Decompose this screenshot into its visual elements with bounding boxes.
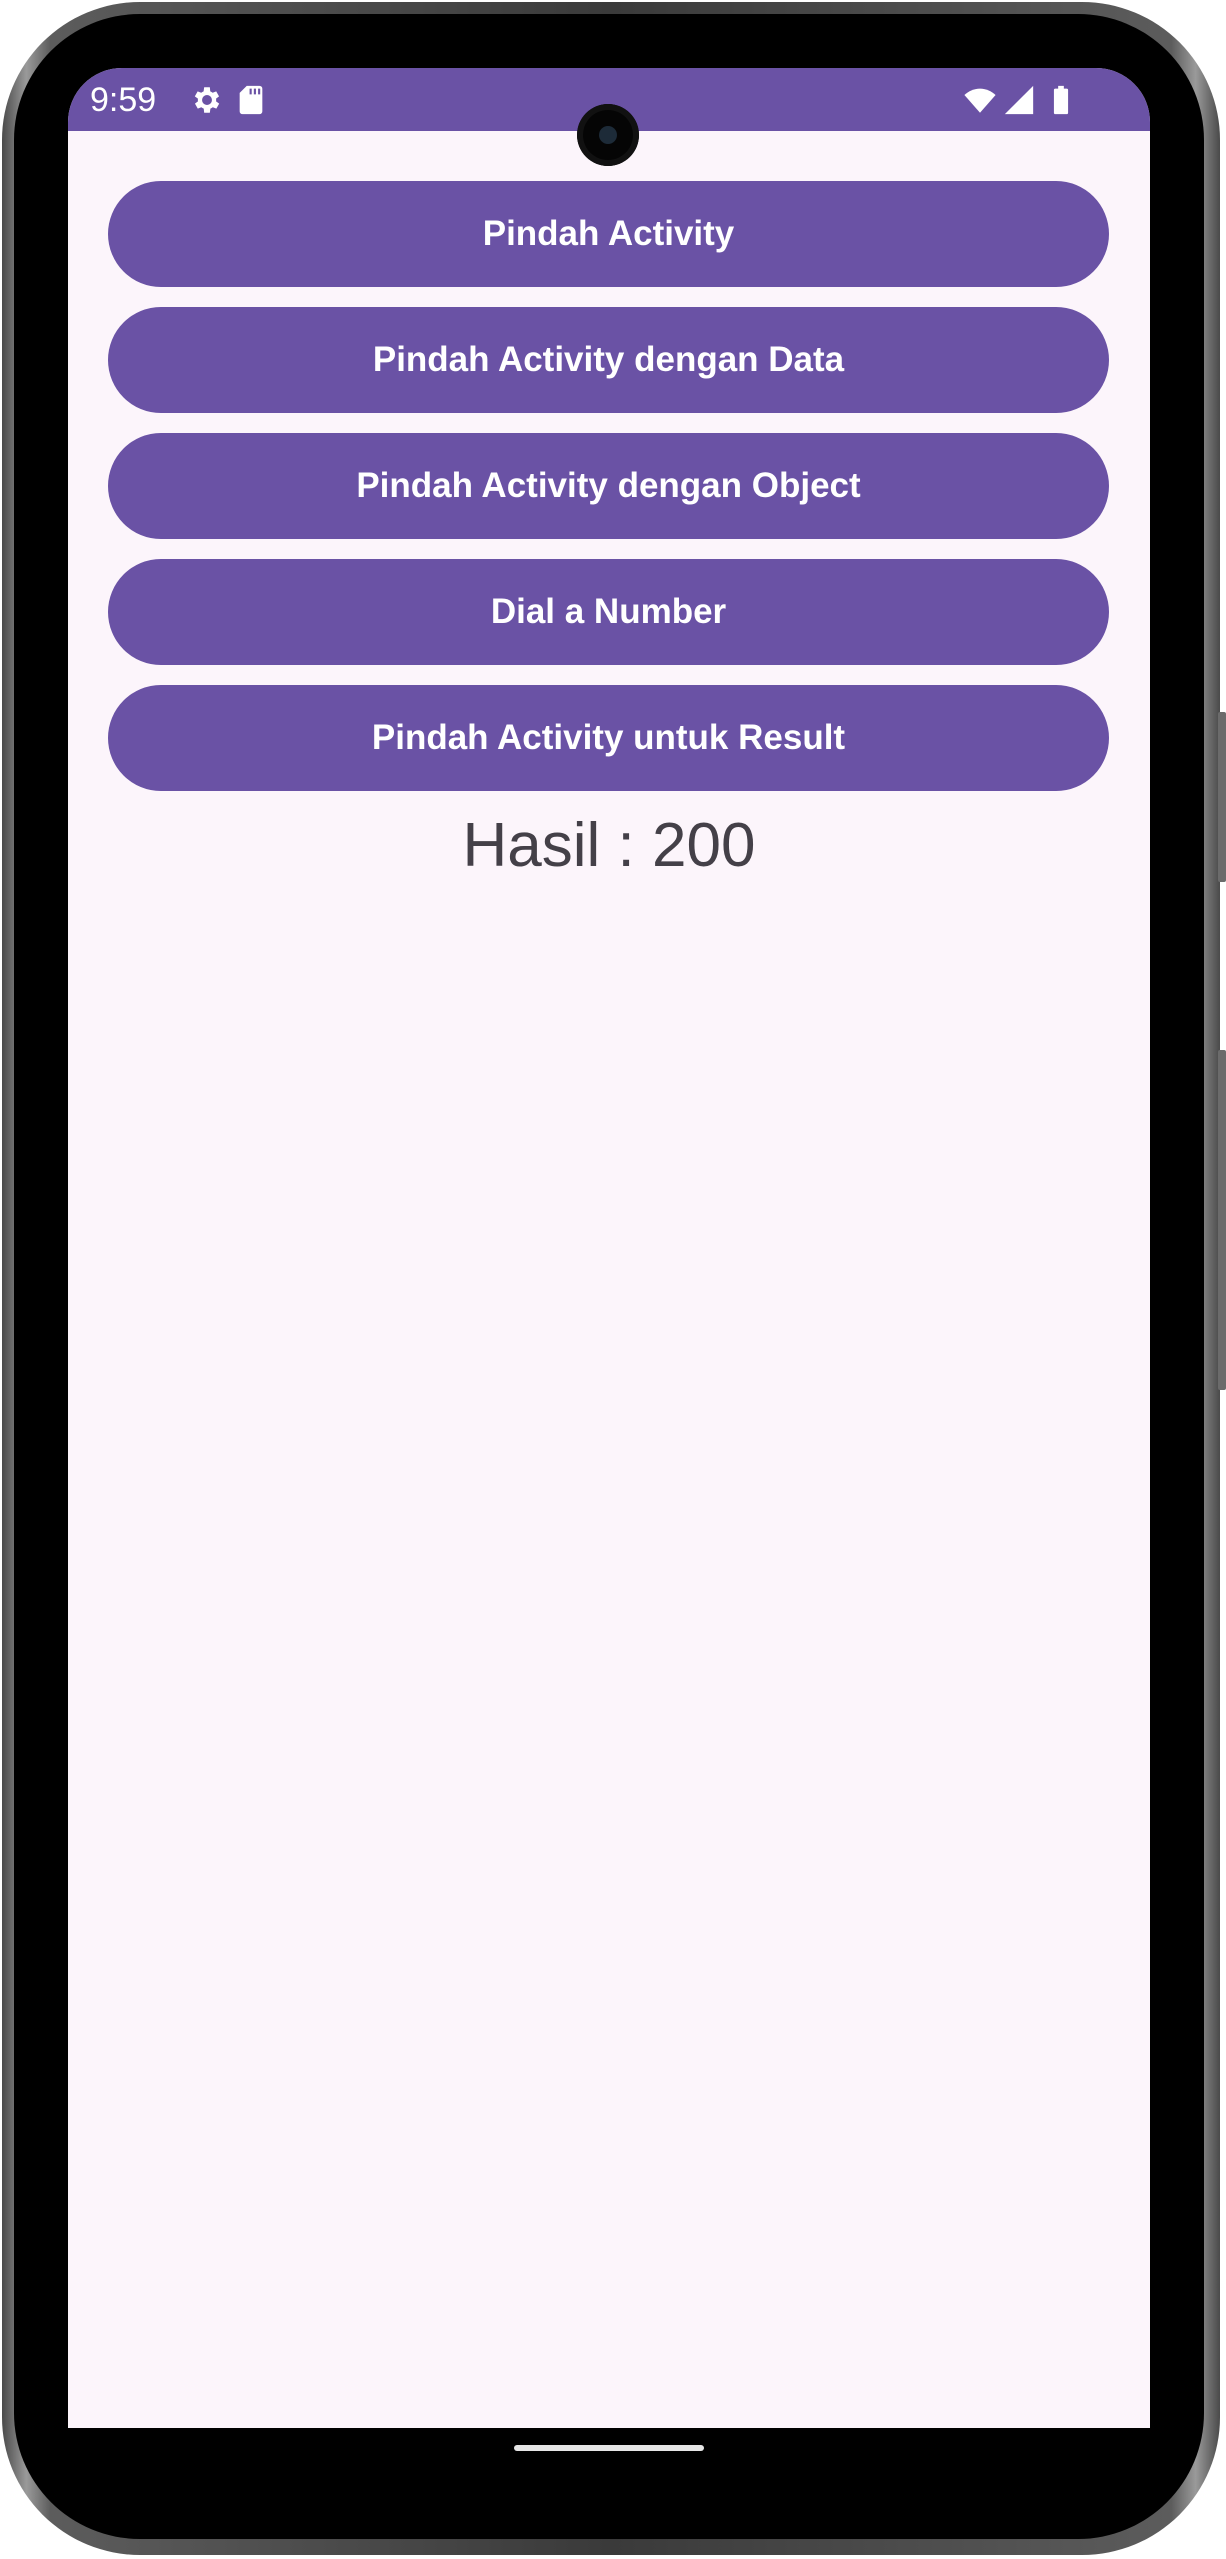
pindah-activity-result-button[interactable]: Pindah Activity untuk Result bbox=[108, 685, 1109, 791]
pindah-activity-button[interactable]: Pindah Activity bbox=[108, 181, 1109, 287]
power-button bbox=[1218, 1050, 1226, 1390]
battery-icon bbox=[1053, 85, 1069, 115]
app-screen: 9:59 Pindah Activity Pindah Activity den… bbox=[68, 68, 1150, 2428]
pindah-activity-object-button[interactable]: Pindah Activity dengan Object bbox=[108, 433, 1109, 539]
wifi-icon bbox=[964, 88, 996, 113]
status-time: 9:59 bbox=[90, 81, 157, 119]
navigation-bar bbox=[68, 2428, 1150, 2508]
pindah-activity-data-button[interactable]: Pindah Activity dengan Data bbox=[108, 307, 1109, 413]
phone-device: 9:59 Pindah Activity Pindah Activity den… bbox=[0, 0, 1226, 2559]
volume-button bbox=[1218, 712, 1226, 882]
front-camera bbox=[577, 104, 639, 166]
home-indicator[interactable] bbox=[514, 2445, 704, 2451]
dial-number-button[interactable]: Dial a Number bbox=[108, 559, 1109, 665]
signal-icon bbox=[1004, 85, 1034, 115]
result-text: Hasil : 200 bbox=[462, 811, 756, 880]
gear-icon bbox=[194, 87, 220, 113]
sd-card-icon bbox=[239, 85, 263, 115]
